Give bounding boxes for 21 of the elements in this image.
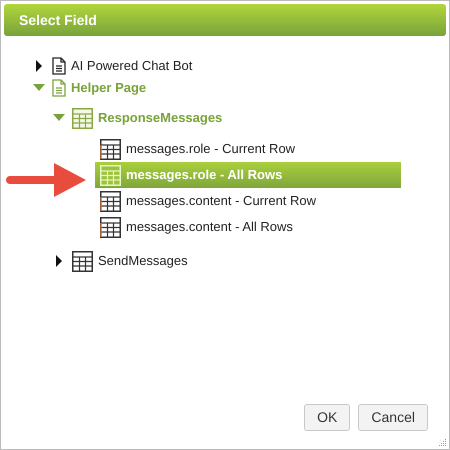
tree-item[interactable]: messages.content - All Rows [95, 214, 301, 240]
tree-item[interactable]: messages.content - Current Row [95, 188, 324, 214]
resize-grip-icon[interactable] [438, 438, 447, 447]
document-icon [52, 79, 66, 97]
dialog-button[interactable]: Cancel [358, 404, 428, 431]
tree-item[interactable]: messages.role - Current Row [95, 136, 304, 162]
table-icon [100, 216, 121, 238]
expand-triangle-icon[interactable] [53, 114, 65, 122]
document-icon [52, 57, 66, 75]
dialog-title: Select Field [19, 10, 97, 30]
table-icon [72, 250, 93, 272]
tree-item[interactable]: AI Powered Chat Bot [47, 55, 200, 77]
expand-triangle-icon[interactable] [33, 84, 45, 92]
collapse-triangle-icon[interactable] [33, 60, 45, 72]
dialog-button[interactable]: OK [304, 404, 350, 431]
table-icon [100, 190, 121, 212]
tree-item[interactable]: SendMessages [67, 250, 196, 272]
table-icon [72, 108, 93, 128]
collapse-triangle-icon[interactable] [53, 255, 65, 267]
table-icon [100, 138, 121, 160]
table-icon [100, 164, 121, 186]
